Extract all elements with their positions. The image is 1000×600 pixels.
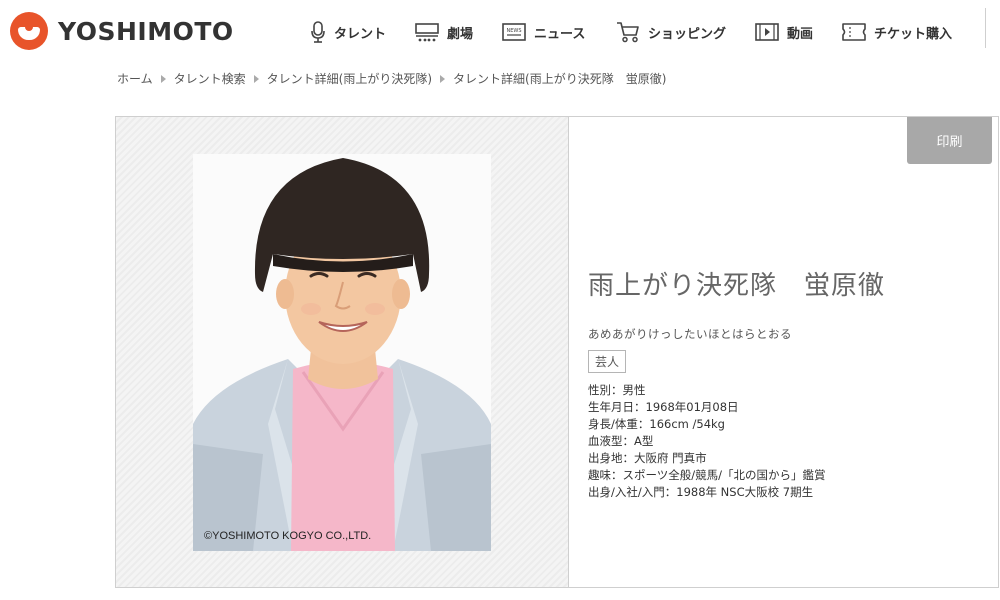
yoshimoto-logo[interactable]: YOSHIMOTO [10, 12, 234, 50]
talent-name-reading: あめあがりけっしたいほとはらとおる [588, 327, 792, 341]
fact-gender: 性別：男性 [588, 383, 646, 397]
talent-info: 雨上がり決死隊 蛍原徹 あめあがりけっしたいほとはらとおる 芸人 性別：男性 生… [588, 265, 885, 501]
news-icon: NEWS [502, 23, 526, 41]
print-button[interactable]: 印刷 [907, 117, 992, 164]
talent-portrait-illustration [193, 154, 491, 551]
nav-item-video[interactable]: 動画 [755, 19, 813, 45]
fact-birthplace: 出身地：大阪府 門真市 [588, 451, 707, 465]
nav-label-video: 動画 [787, 26, 814, 42]
breadcrumb-talent-search[interactable]: タレント検索 [174, 70, 246, 87]
talent-photo: ©YOSHIMOTO KOGYO CO.,LTD. [193, 154, 491, 551]
news-icon-text: NEWS [506, 28, 521, 34]
talent-name: 雨上がり決死隊 蛍原徹 [588, 271, 886, 301]
breadcrumb: ホーム タレント検索 タレント詳細(雨上がり決死隊) タレント詳細(雨上がり決死… [117, 70, 666, 87]
breadcrumb-separator-icon [253, 74, 259, 83]
theater-icon [415, 23, 439, 42]
header-divider [985, 8, 986, 48]
logo-text: YOSHIMOTO [58, 16, 234, 46]
nav-item-talent[interactable]: タレント [310, 19, 386, 45]
site-header: YOSHIMOTO タレント 劇場 NEWS ニュース ショッピング 動画 チケ… [0, 0, 1000, 62]
nav-item-news[interactable]: NEWS ニュース [502, 19, 585, 45]
breadcrumb-group-detail[interactable]: タレント詳細(雨上がり決死隊) [267, 70, 432, 87]
nav-label-news: ニュース [534, 26, 586, 42]
fact-height-weight: 身長/体重：166cm /54kg [588, 417, 725, 431]
nav-item-shopping[interactable]: ショッピング [616, 19, 726, 45]
nav-item-ticket[interactable]: チケット購入 [842, 19, 952, 45]
nav-item-theater[interactable]: 劇場 [415, 19, 473, 45]
talent-profile-card: ©YOSHIMOTO KOGYO CO.,LTD. 印刷 雨上がり決死隊 蛍原徹… [115, 116, 999, 588]
ticket-icon [842, 23, 866, 41]
logo-mark-icon [10, 12, 48, 50]
photo-copyright: ©YOSHIMOTO KOGYO CO.,LTD. [204, 530, 372, 542]
fact-birthdate: 生年月日：1968年01月08日 [588, 400, 739, 414]
cart-icon [617, 22, 639, 43]
fact-hobbies: 趣味：スポーツ全般/競馬/「北の国から」鑑賞 [588, 468, 826, 482]
breadcrumb-current: タレント詳細(雨上がり決死隊 蛍原徹) [453, 72, 667, 86]
nav-label-shopping: ショッピング [648, 26, 727, 42]
talent-category-tag: 芸人 [588, 350, 627, 373]
video-icon [755, 23, 779, 41]
microphone-icon [311, 21, 325, 43]
nav-label-ticket: チケット購入 [874, 26, 953, 42]
fact-debut: 出身/入社/入門：1988年 NSC大阪校 7期生 [588, 485, 814, 499]
fact-blood-type: 血液型：A型 [588, 434, 654, 448]
nav-label-talent: タレント [334, 26, 387, 42]
photo-panel: ©YOSHIMOTO KOGYO CO.,LTD. [116, 117, 569, 587]
talent-facts: 性別：男性 生年月日：1968年01月08日 身長/体重：166cm /54kg… [588, 382, 885, 501]
breadcrumb-separator-icon [440, 74, 446, 83]
breadcrumb-separator-icon [160, 74, 166, 83]
breadcrumb-home[interactable]: ホーム [117, 70, 153, 87]
nav-label-theater: 劇場 [447, 26, 474, 42]
